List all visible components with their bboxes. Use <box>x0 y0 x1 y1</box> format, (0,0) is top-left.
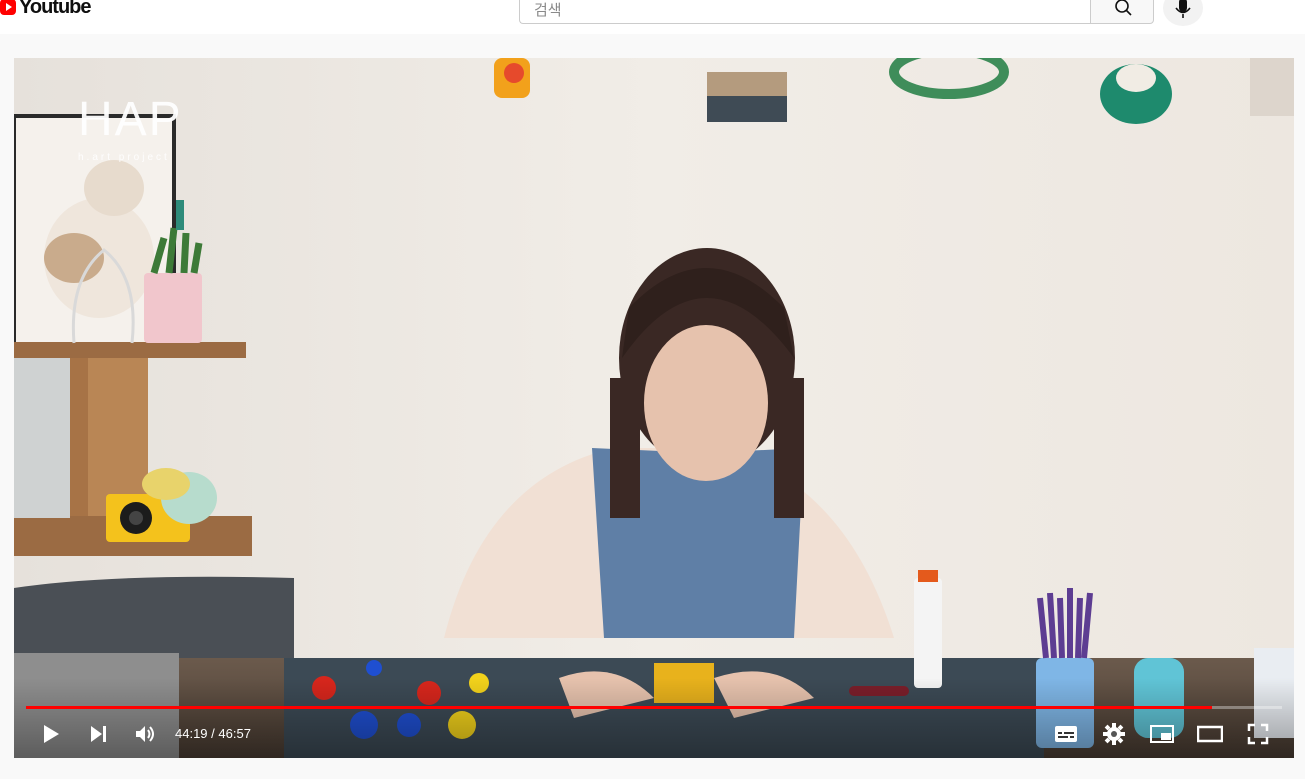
play-icon <box>44 725 59 743</box>
fullscreen-icon <box>1247 723 1269 745</box>
play-button[interactable] <box>32 722 68 746</box>
volume-icon <box>136 726 154 742</box>
miniplayer-icon <box>1150 725 1174 743</box>
settings-button[interactable] <box>1096 722 1132 746</box>
fullscreen-button[interactable] <box>1240 722 1276 746</box>
duration: 46:57 <box>218 726 251 741</box>
time-separator: / <box>207 726 219 741</box>
youtube-logo[interactable]: Youtube <box>0 0 92 20</box>
time-display: 44:19 / 46:57 <box>175 726 251 741</box>
next-button[interactable] <box>80 722 116 746</box>
search-input[interactable] <box>532 0 1076 21</box>
subtitles-button[interactable] <box>1048 722 1084 746</box>
video-frame <box>14 58 1294 758</box>
current-time: 44:19 <box>175 726 208 741</box>
search-box[interactable] <box>519 0 1090 24</box>
progress-bar[interactable] <box>26 706 1282 709</box>
next-icon <box>91 726 106 742</box>
volume-button[interactable] <box>127 722 163 746</box>
mic-icon <box>1175 0 1191 18</box>
controls-gradient <box>14 678 1294 758</box>
video-player[interactable]: HAP h.art project 44:19 / 46:57 <box>14 58 1294 758</box>
theater-icon <box>1197 725 1223 743</box>
channel-watermark: HAP <box>78 93 183 146</box>
voice-search-button[interactable] <box>1163 0 1203 26</box>
subtitles-icon <box>1055 726 1077 742</box>
search-icon <box>1115 0 1132 16</box>
theater-mode-button[interactable] <box>1192 722 1228 746</box>
gear-icon <box>1103 723 1125 745</box>
channel-watermark-subtitle: h.art project <box>78 152 170 163</box>
logo-text: Youtube <box>19 0 92 18</box>
youtube-logo-icon <box>0 0 16 15</box>
search-button[interactable] <box>1090 0 1154 24</box>
miniplayer-button[interactable] <box>1144 722 1180 746</box>
top-bar: Youtube <box>0 0 1305 34</box>
progress-bar-played <box>26 706 1212 709</box>
